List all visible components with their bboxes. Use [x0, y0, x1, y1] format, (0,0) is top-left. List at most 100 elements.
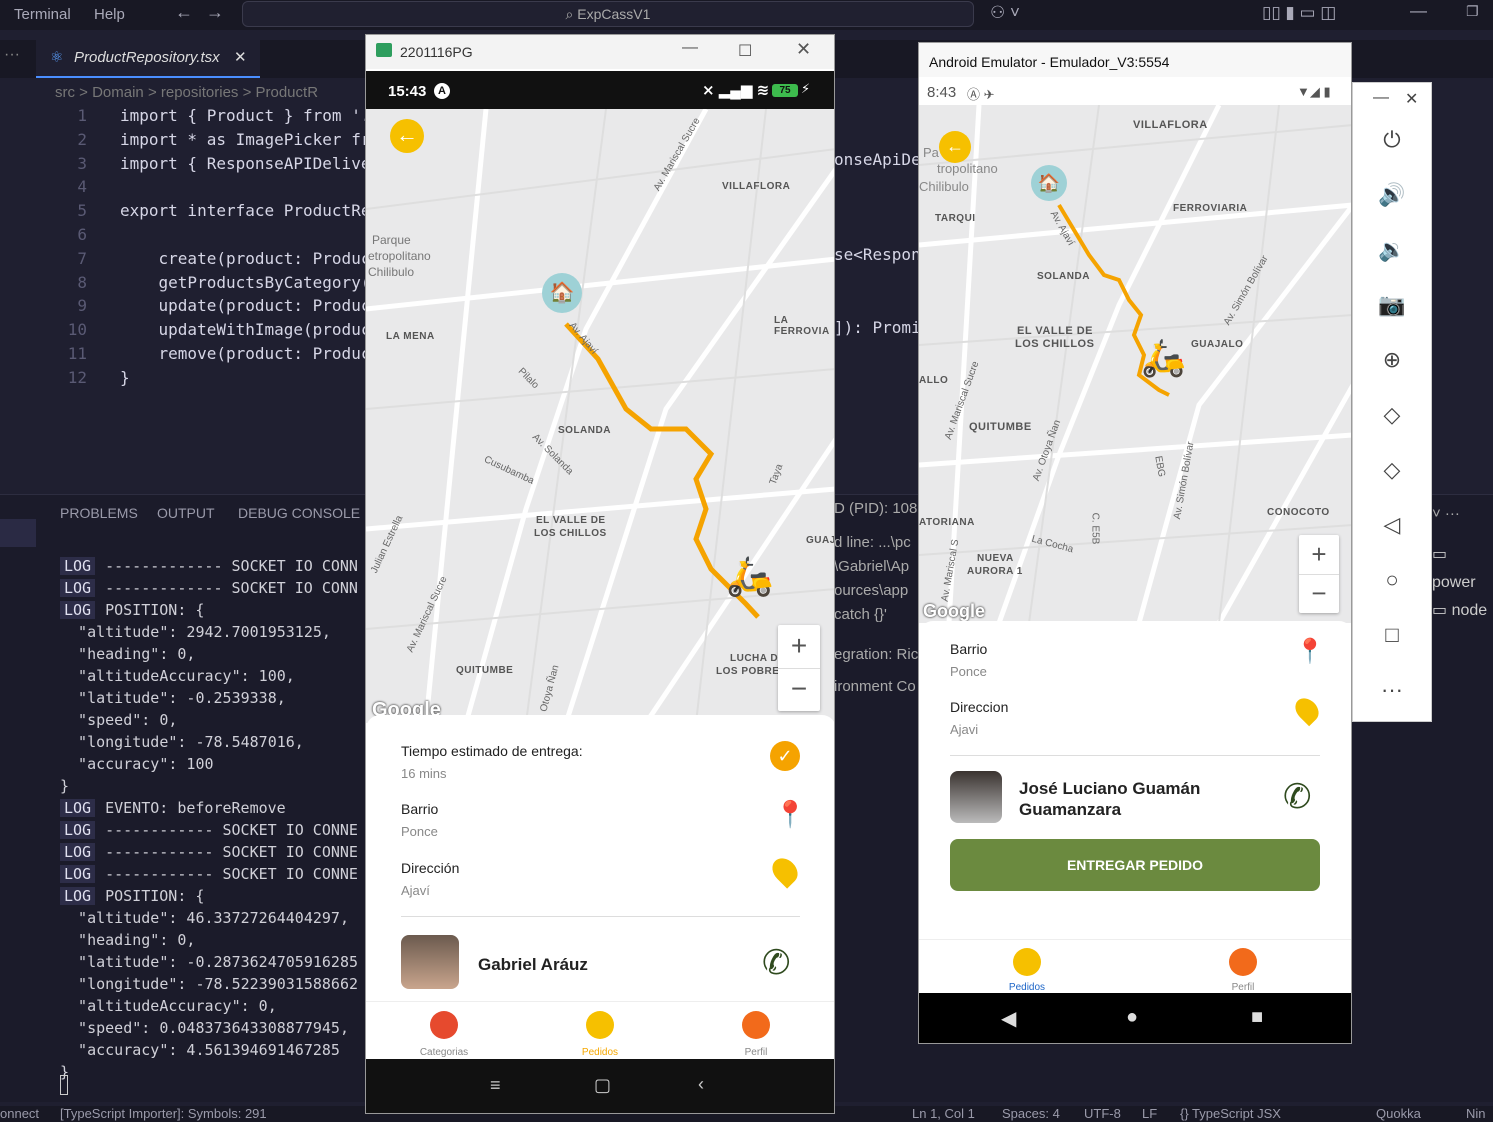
more-icon[interactable]: ···: [1377, 675, 1407, 705]
close-tab-icon[interactable]: ✕: [234, 48, 247, 66]
phone-call-icon[interactable]: ✆: [762, 943, 791, 983]
pedidos-icon[interactable]: [1013, 948, 1041, 976]
line-number: 7: [77, 248, 87, 268]
layout-icon[interactable]: ▯▯ ▮ ▭ ◫: [1262, 3, 1336, 23]
terminal-item-power[interactable]: ▭ power: [1432, 541, 1493, 597]
zoom-in-button[interactable]: +: [1299, 535, 1339, 574]
home-icon[interactable]: ○: [1377, 565, 1407, 595]
rotate-left-icon[interactable]: ◇: [1377, 400, 1407, 430]
status-connect[interactable]: onnect: [0, 1106, 39, 1121]
emulator-title: Android Emulator - Emulador_V3:5554: [929, 54, 1170, 70]
perfil-icon[interactable]: [742, 1011, 770, 1039]
phone1-title: 2201116PG: [400, 44, 473, 60]
categorias-icon[interactable]: [430, 1011, 458, 1039]
terminal-text: \Gabriel\Ap: [834, 558, 910, 575]
back-nav-icon[interactable]: ◀: [1001, 1006, 1016, 1031]
minimize-icon[interactable]: —: [682, 39, 698, 57]
map-label: LA MENA: [386, 331, 435, 342]
breadcrumb[interactable]: src > Domain > repositories > ProductR: [55, 84, 318, 101]
perfil-icon[interactable]: [1229, 948, 1257, 976]
copilot-icon[interactable]: ⚇ ˅: [990, 3, 1020, 23]
terminal-text: "speed": 0,: [60, 711, 178, 729]
zoom-out-button[interactable]: −: [778, 668, 820, 711]
bottom-nav: Categorias Pedidos Perfil: [366, 1001, 834, 1059]
terminal-output[interactable]: LOG ------------- SOCKET IO CONN LOG ------…: [60, 557, 358, 1085]
terminal-item-node[interactable]: ▭ node: [1432, 597, 1493, 625]
nav-categorias-label[interactable]: Categorias: [404, 1047, 484, 1058]
rotate-right-icon[interactable]: ◇: [1377, 455, 1407, 485]
power-icon[interactable]: ⏻: [1377, 125, 1407, 155]
store-marker-icon: 🏠: [542, 273, 582, 313]
home-nav-icon[interactable]: ▢: [594, 1075, 611, 1096]
phone1-map[interactable]: ← 🏠 🛵 VILLAFLORA LA MENA LA FERROVIA SOL…: [366, 109, 834, 723]
phone-call-icon[interactable]: ✆: [1283, 777, 1312, 817]
back-icon[interactable]: ◁: [1377, 510, 1407, 540]
nav-perfil-label[interactable]: Perfil: [1203, 982, 1283, 993]
phone-window-2: Android Emulator - Emulador_V3:5554 8:43…: [918, 42, 1352, 1044]
tab-product-repository[interactable]: ⚛ ProductRepository.tsx ✕: [36, 40, 260, 78]
more-icon[interactable]: ···: [4, 46, 20, 64]
code-text: import * as ImagePicker fr: [120, 129, 371, 149]
map-label: ATORIANA: [919, 517, 975, 528]
terminal-text: ources\app: [834, 582, 909, 599]
code-text: updateWithImage(produc: [120, 320, 371, 340]
log-badge: LOG: [60, 887, 96, 905]
status-ts-importer[interactable]: [TypeScript Importer]: Symbols: 291: [60, 1106, 267, 1121]
status-nin[interactable]: Nin: [1466, 1106, 1486, 1121]
panel-more-icon[interactable]: ˅ ···: [1432, 505, 1460, 522]
back-button[interactable]: ←: [939, 131, 971, 163]
nav-pedidos-label[interactable]: Pedidos: [987, 982, 1067, 993]
toolbar-close-icon[interactable]: ✕: [1405, 89, 1418, 109]
back-arrow-icon[interactable]: ←: [175, 2, 193, 23]
tab-debug-console[interactable]: DEBUG CONSOLE: [238, 505, 360, 521]
map-label: SOLANDA: [1037, 271, 1090, 282]
status-encoding[interactable]: UTF-8: [1084, 1106, 1121, 1121]
maximize-icon[interactable]: ☐: [738, 41, 752, 61]
nav-pedidos-label[interactable]: Pedidos: [560, 1047, 640, 1058]
tab-output[interactable]: OUTPUT: [157, 505, 215, 521]
direccion-label: Direccion: [950, 699, 1009, 715]
phone2-statusbar: 8:43 Ⓐ ✈ ▼◢ ▮: [919, 79, 1351, 105]
zoom-in-button[interactable]: +: [778, 625, 820, 668]
zoom-icon[interactable]: ⊕: [1377, 345, 1407, 375]
terminal-list[interactable]: ▭ power ▭ node: [1432, 541, 1493, 625]
app-icon: [376, 43, 392, 57]
log-badge: LOG: [60, 843, 96, 861]
menu-terminal[interactable]: Terminal: [14, 6, 71, 23]
terminal-cursor: [60, 1075, 68, 1095]
direccion-label: Dirección: [401, 860, 460, 876]
volume-up-icon[interactable]: 🔊: [1377, 180, 1407, 210]
status-spaces[interactable]: Spaces: 4: [1002, 1106, 1060, 1121]
nav-perfil-label[interactable]: Perfil: [716, 1047, 796, 1058]
divider: [950, 755, 1320, 756]
back-button[interactable]: ←: [390, 119, 424, 153]
restore-icon[interactable]: ❐: [1466, 3, 1479, 20]
close-icon[interactable]: ✕: [796, 39, 811, 60]
menu-help[interactable]: Help: [94, 6, 125, 23]
status-position[interactable]: Ln 1, Col 1: [912, 1106, 975, 1121]
pedidos-icon[interactable]: [586, 1011, 614, 1039]
phone2-map[interactable]: ← 🏠 🛵 VILLAFLORA FERROVIARIA TARQUI SOLA…: [919, 105, 1351, 623]
minimize-icon[interactable]: —: [1410, 1, 1427, 21]
camera-icon[interactable]: 📷: [1377, 290, 1407, 320]
menu-nav-icon[interactable]: ≡: [490, 1075, 501, 1096]
forward-arrow-icon[interactable]: →: [206, 2, 224, 23]
back-nav-icon[interactable]: ‹: [698, 1074, 704, 1095]
overview-icon[interactable]: □: [1377, 620, 1407, 650]
terminal-text: d line: ...\pc: [834, 534, 911, 551]
volume-down-icon[interactable]: 🔉: [1377, 235, 1407, 265]
home-nav-icon[interactable]: ●: [1126, 1006, 1138, 1029]
entregar-pedido-button[interactable]: ENTREGAR PEDIDO: [950, 839, 1320, 891]
zoom-out-button[interactable]: −: [1299, 574, 1339, 613]
tab-problems[interactable]: PROBLEMS: [60, 505, 138, 521]
toolbar-minimize-icon[interactable]: —: [1373, 89, 1389, 107]
map-label: LUCHA DE: [730, 653, 786, 664]
status-quokka[interactable]: Quokka: [1376, 1106, 1421, 1121]
status-eol[interactable]: LF: [1142, 1106, 1157, 1121]
command-center[interactable]: ⌕ ExpCassV1: [242, 1, 974, 27]
recents-nav-icon[interactable]: ■: [1251, 1006, 1263, 1029]
terminal-text: "accuracy": 100: [60, 755, 214, 773]
map-label: VILLAFLORA: [1133, 119, 1208, 131]
zoom-control: + −: [1299, 535, 1339, 613]
status-language[interactable]: {} TypeScript JSX: [1180, 1106, 1281, 1121]
